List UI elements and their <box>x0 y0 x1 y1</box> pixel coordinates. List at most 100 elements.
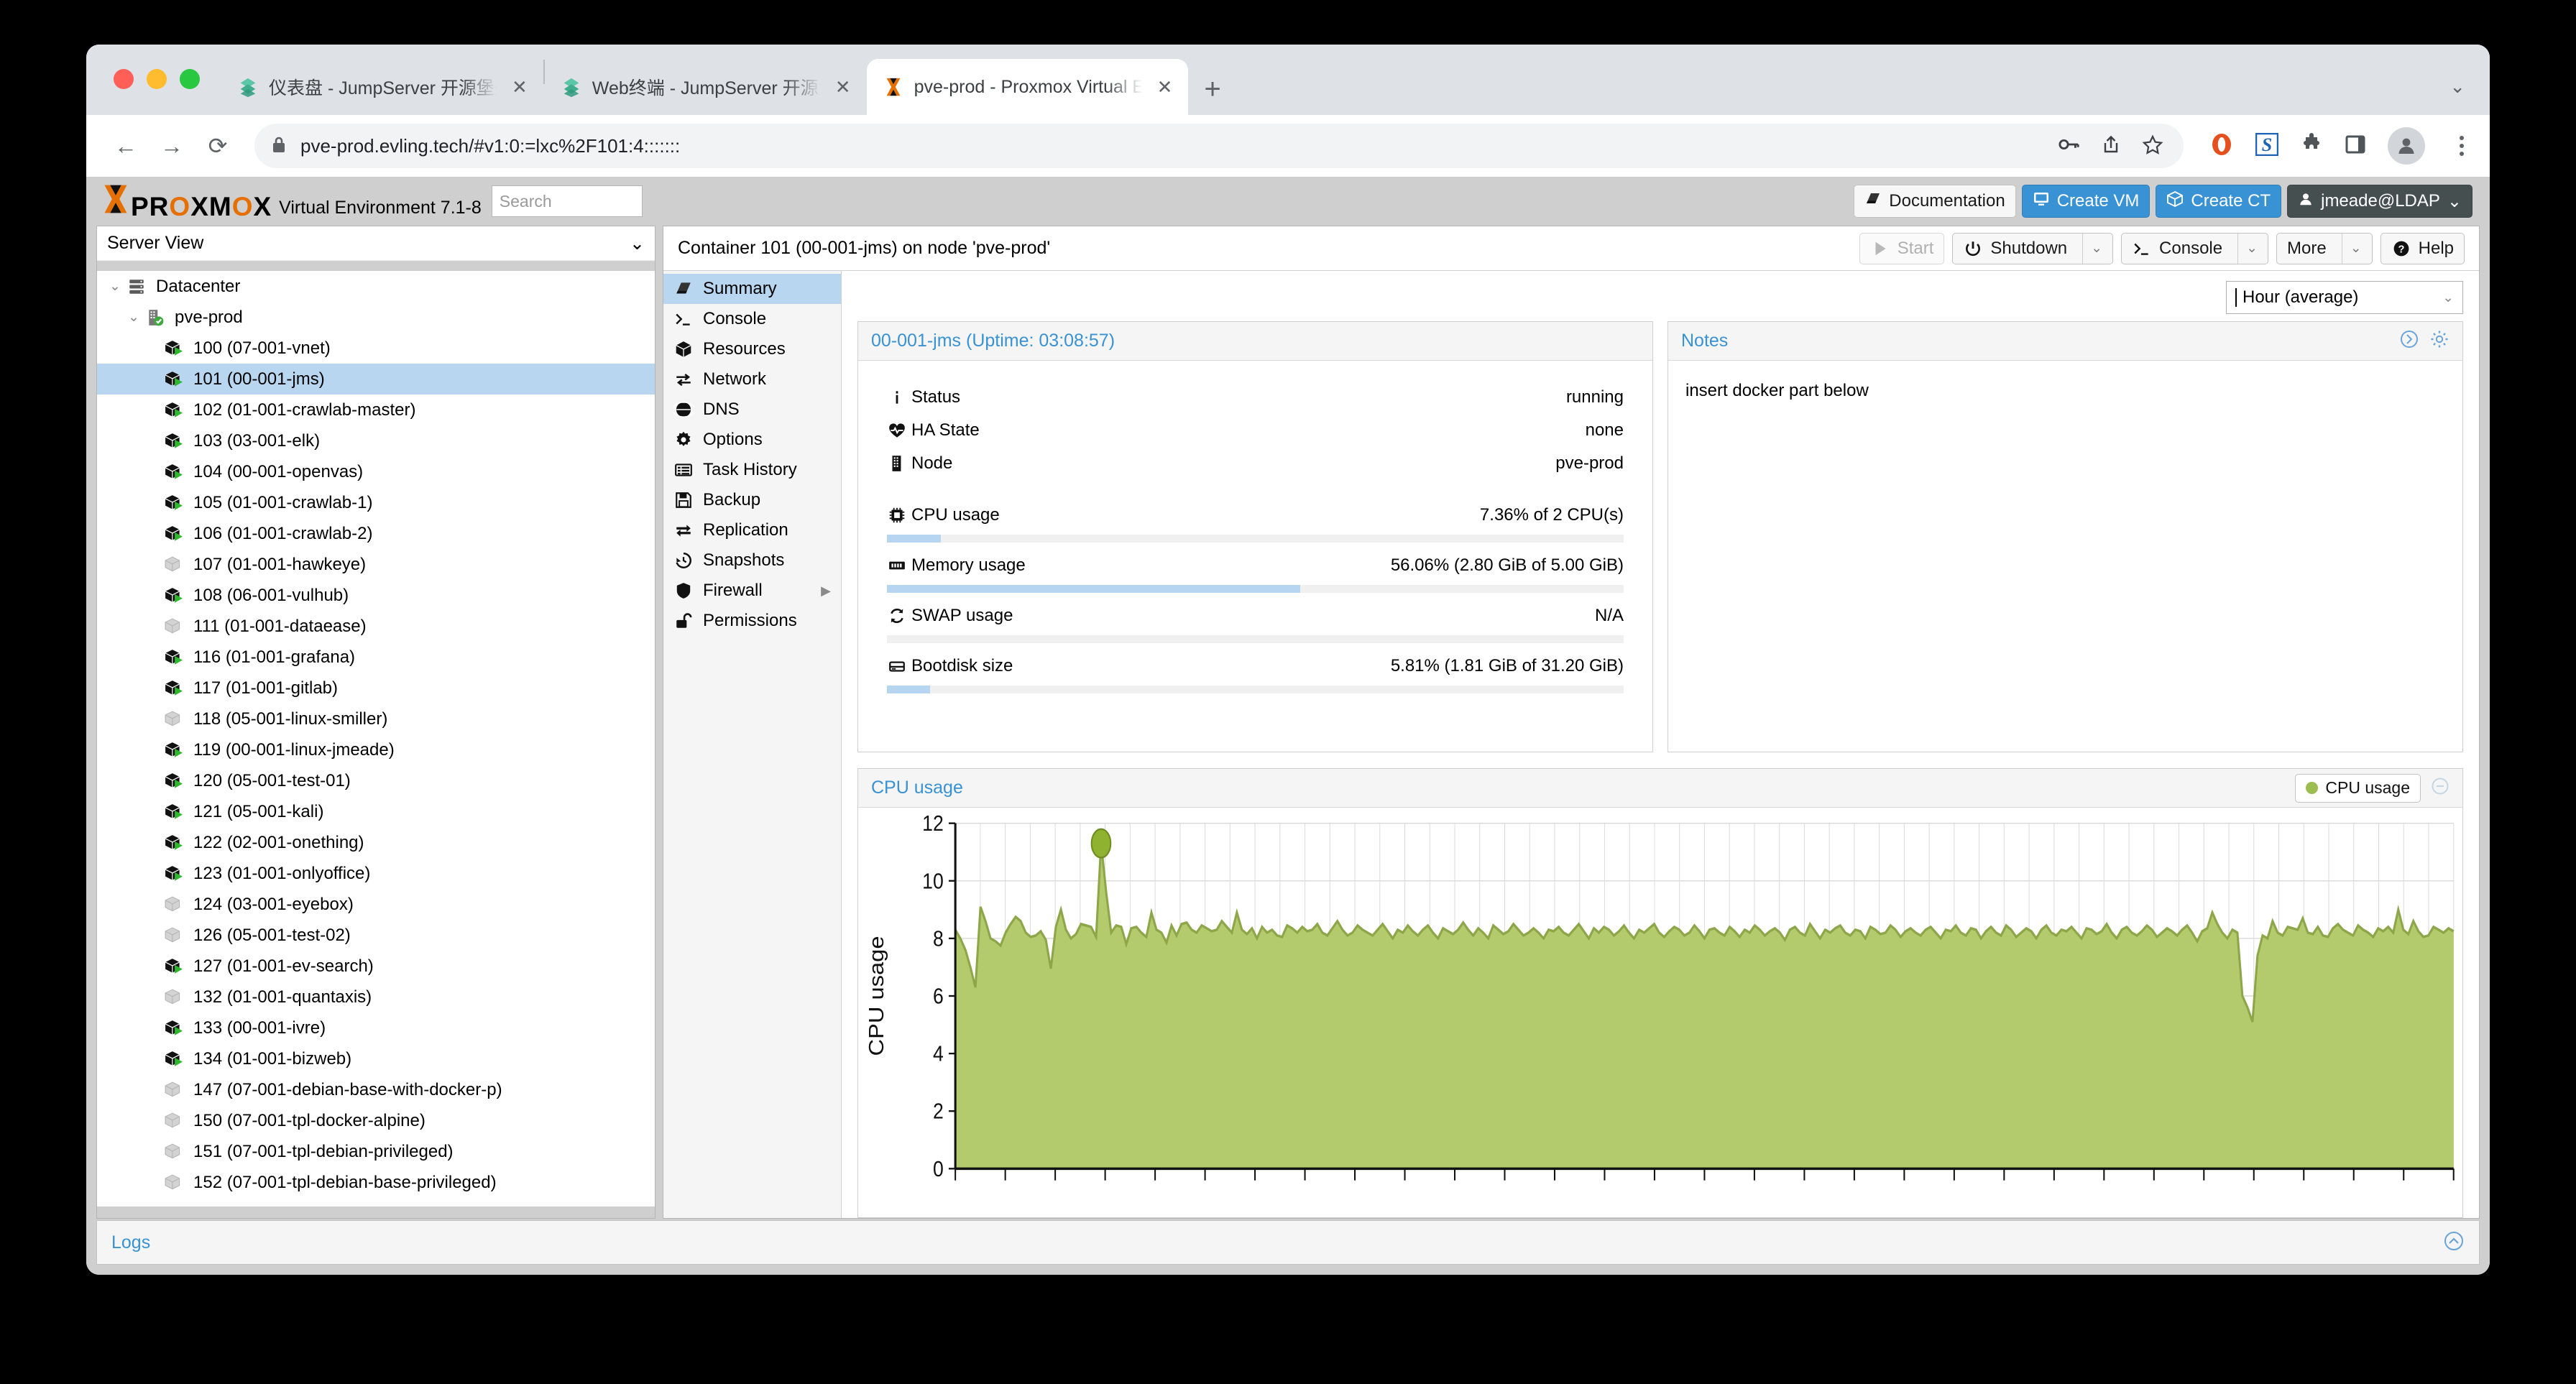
new-tab-button[interactable]: + <box>1188 75 1236 115</box>
search-input[interactable]: Search <box>491 185 643 217</box>
sidepanel-icon[interactable] <box>2345 134 2366 159</box>
tree-item[interactable]: 147 (07-001-debian-base-with-docker-p) <box>97 1074 655 1105</box>
tree-item[interactable]: 152 (07-001-tpl-debian-base-privileged) <box>97 1167 655 1198</box>
forward-button[interactable]: → <box>151 125 193 167</box>
tree-item[interactable]: 122 (02-001-onething) <box>97 827 655 858</box>
server-tree-list[interactable]: ⌄ Datacenter ⌄ pve-prod 100 (07-001-vnet) 101… <box>97 271 655 1207</box>
submenu-item-dns[interactable]: DNS <box>663 395 841 425</box>
close-tab-button[interactable]: ✕ <box>507 76 532 98</box>
chevron-down-icon[interactable]: ⌄ <box>2237 233 2258 264</box>
reload-button[interactable]: ⟳ <box>197 125 239 167</box>
summary-cards: 00-001-jms (Uptime: 03:08:57) Status runn… <box>842 321 2479 752</box>
chevron-up-circle-icon[interactable] <box>2443 1230 2465 1255</box>
submenu-item-network[interactable]: Network <box>663 364 841 395</box>
tree-item[interactable]: 105 (01-001-crawlab-1) <box>97 487 655 518</box>
tab-search-button[interactable]: ⌄ <box>2450 75 2465 98</box>
more-button[interactable]: More ⌄ <box>2276 232 2373 264</box>
gear-icon[interactable] <box>2429 329 2450 353</box>
tree-item[interactable]: 117 (01-001-gitlab) <box>97 673 655 703</box>
tree-item[interactable]: 121 (05-001-kali) <box>97 796 655 827</box>
submenu-item-firewall[interactable]: Firewall ▶ <box>663 576 841 606</box>
submenu-item-task-history[interactable]: Task History <box>663 455 841 485</box>
expand-icon[interactable] <box>2399 329 2419 353</box>
chrome-menu-icon[interactable] <box>2447 136 2471 156</box>
submenu-item-console[interactable]: Console <box>663 304 841 334</box>
tree-item[interactable]: 120 (05-001-test-01) <box>97 765 655 796</box>
submenu-item-snapshots[interactable]: Snapshots <box>663 545 841 576</box>
chevron-down-icon[interactable]: ⌄ <box>2082 233 2102 264</box>
tree-item[interactable]: 151 (07-001-tpl-debian-privileged) <box>97 1136 655 1167</box>
tree-item[interactable]: 111 (01-001-dataease) <box>97 611 655 642</box>
documentation-button[interactable]: Documentation <box>1854 185 2016 218</box>
tree-item-label: 119 (00-001-linux-jmeade) <box>193 739 395 760</box>
logs-bar[interactable]: Logs <box>96 1220 2480 1265</box>
tree-item[interactable]: ⌄ Datacenter <box>97 271 655 302</box>
tree-item[interactable]: 119 (00-001-linux-jmeade) <box>97 734 655 765</box>
swap-icon <box>887 606 911 625</box>
submenu-item-permissions[interactable]: Permissions <box>663 606 841 636</box>
tree-item[interactable]: 126 (05-001-test-02) <box>97 920 655 951</box>
tree-item[interactable]: ⌄ pve-prod <box>97 302 655 333</box>
tree-item-selected[interactable]: 101 (00-001-jms) <box>97 364 655 395</box>
browser-tab-3[interactable]: pve-prod - Proxmox Virtual Environment ✕ <box>866 59 1189 115</box>
tree-item[interactable]: 104 (00-001-openvas) <box>97 456 655 487</box>
tree-item[interactable]: 134 (01-001-bizweb) <box>97 1043 655 1074</box>
close-tab-button[interactable]: ✕ <box>1153 76 1177 98</box>
shutdown-button[interactable]: Shutdown ⌄ <box>1952 232 2114 264</box>
status-card-title: 00-001-jms (Uptime: 03:08:57) <box>871 331 1116 351</box>
close-tab-button[interactable]: ✕ <box>831 76 855 98</box>
opera-extension-icon[interactable] <box>2209 132 2234 160</box>
heartbeat-icon <box>887 421 911 440</box>
chart-legend-item[interactable]: CPU usage <box>2295 773 2421 803</box>
submenu-item-backup[interactable]: Backup <box>663 485 841 515</box>
s-extension-icon[interactable]: S <box>2255 132 2279 160</box>
close-window-button[interactable] <box>114 69 134 89</box>
tree-item[interactable]: 133 (00-001-ivre) <box>97 1012 655 1043</box>
tree-item[interactable]: 106 (01-001-crawlab-2) <box>97 518 655 549</box>
maximize-window-button[interactable] <box>180 69 200 89</box>
submenu-item-options[interactable]: Options <box>663 425 841 455</box>
ct-stopped-icon <box>162 554 186 576</box>
tree-item[interactable]: 116 (01-001-grafana) <box>97 642 655 673</box>
bookmark-star-icon[interactable] <box>2142 134 2163 158</box>
status-row: Status running <box>887 381 1624 414</box>
tree-item[interactable]: 108 (06-001-vulhub) <box>97 580 655 611</box>
tree-item[interactable]: 132 (01-001-quantaxis) <box>97 982 655 1012</box>
tree-item[interactable]: 107 (01-001-hawkeye) <box>97 549 655 580</box>
tree-item[interactable]: 123 (01-001-onlyoffice) <box>97 858 655 889</box>
proxmox-logo[interactable]: PROXMOX Virtual Environment 7.1-8 <box>101 183 482 220</box>
browser-tab-1[interactable]: 仪表盘 - JumpServer 开源堡垒机 ✕ <box>221 59 543 115</box>
create-ct-button[interactable]: Create CT <box>2156 185 2282 218</box>
server-view-selector[interactable]: Server View ⌄ <box>97 226 655 261</box>
notes-body[interactable]: insert docker part below <box>1668 361 2462 421</box>
tree-expand-arrow[interactable]: ⌄ <box>106 278 124 295</box>
chevron-down-icon[interactable]: ⌄ <box>2341 233 2362 264</box>
tree-item[interactable]: 150 (07-001-tpl-docker-alpine) <box>97 1105 655 1136</box>
address-bar[interactable]: pve-prod.evling.tech/#v1:0:=lxc%2F101:4:… <box>254 124 2184 168</box>
create-vm-button[interactable]: Create VM <box>2021 185 2150 218</box>
tree-item[interactable]: 118 (05-001-linux-smiller) <box>97 703 655 734</box>
submenu-item-summary[interactable]: Summary <box>663 274 841 304</box>
submenu-item-resources[interactable]: Resources <box>663 334 841 364</box>
tree-expand-arrow[interactable]: ⌄ <box>124 309 143 326</box>
key-icon[interactable] <box>2058 135 2080 157</box>
container-submenu[interactable]: Summary Console Resources Network DNS Options… <box>663 271 842 1218</box>
console-button[interactable]: Console ⌄ <box>2121 232 2269 264</box>
help-button[interactable]: ? Help <box>2380 232 2465 264</box>
puzzle-extension-icon[interactable] <box>2300 132 2323 160</box>
browser-tab-2[interactable]: Web终端 - JumpServer 开源堡垒机 ✕ <box>545 59 867 115</box>
user-menu-button[interactable]: jmeade@LDAP ⌄ <box>2287 185 2472 218</box>
tree-item[interactable]: 127 (01-001-ev-search) <box>97 951 655 982</box>
tree-item[interactable]: 103 (03-001-elk) <box>97 425 655 456</box>
tree-item-label: 123 (01-001-onlyoffice) <box>193 863 371 883</box>
share-icon[interactable] <box>2102 134 2120 158</box>
back-button[interactable]: ← <box>105 125 147 167</box>
collapse-icon[interactable] <box>2431 777 2450 799</box>
tree-item[interactable]: 124 (03-001-eyebox) <box>97 889 655 920</box>
profile-avatar-icon[interactable] <box>2388 127 2425 165</box>
time-range-select[interactable]: Hour (average) ⌄ <box>2226 281 2463 314</box>
submenu-item-replication[interactable]: Replication <box>663 515 841 545</box>
minimize-window-button[interactable] <box>147 69 167 89</box>
tree-item[interactable]: 100 (07-001-vnet) <box>97 333 655 364</box>
tree-item[interactable]: 102 (01-001-crawlab-master) <box>97 395 655 425</box>
